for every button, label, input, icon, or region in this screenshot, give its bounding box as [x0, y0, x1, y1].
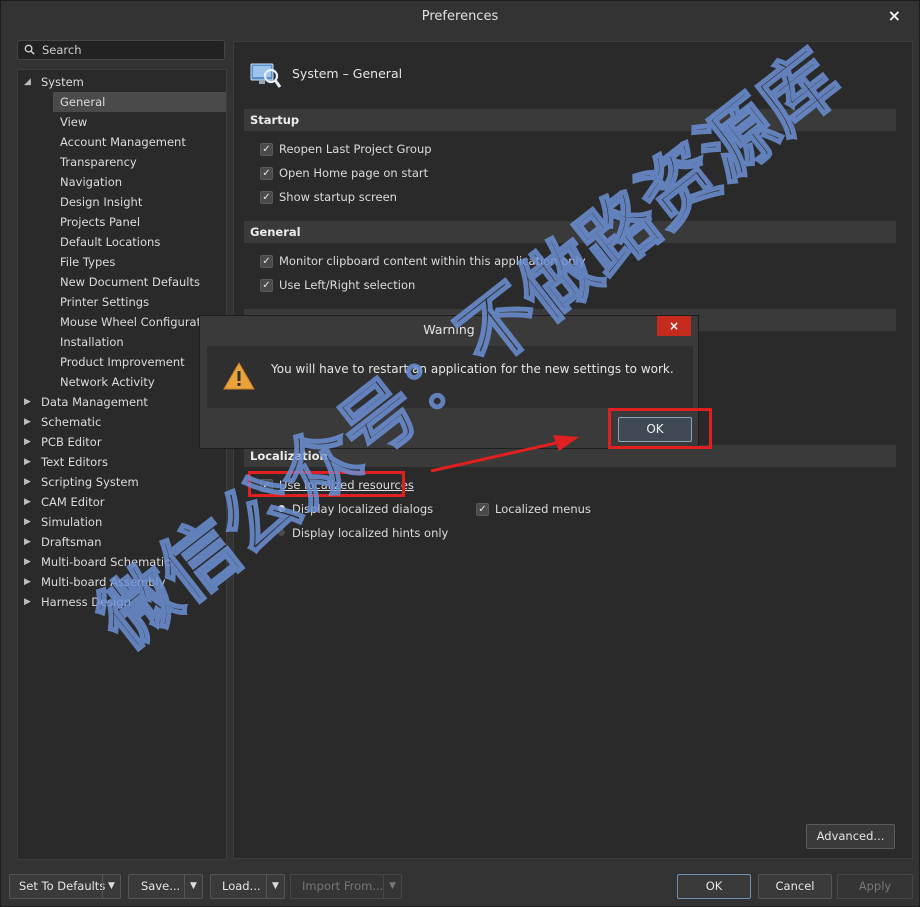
chevron-right-icon[interactable]: ▶ [24, 392, 31, 412]
annotation-highlight-ok [608, 408, 712, 449]
chevron-right-icon[interactable]: ▶ [24, 412, 31, 432]
tree-item-new-document-defaults[interactable]: New Document Defaults [53, 272, 226, 292]
preferences-tree: ◢ System General View Account Management… [17, 69, 227, 860]
annotation-highlight-localized [248, 471, 405, 497]
left-pane: Search ◢ System General View Account Man… [9, 37, 231, 860]
search-placeholder: Search [42, 43, 82, 57]
chevron-right-icon[interactable]: ▶ [24, 572, 31, 592]
tree-node-multi-board-schematic[interactable]: ▶ Multi-board Schematic [18, 552, 226, 572]
check-icon[interactable]: ✓ [260, 255, 273, 268]
chevron-down-icon[interactable]: ◢ [24, 72, 31, 92]
window-title: Preferences [421, 9, 499, 24]
page-title: System – General [292, 66, 403, 81]
save-button[interactable]: Save... ▼ [128, 874, 203, 899]
close-icon[interactable]: × [657, 316, 691, 336]
chevron-right-icon[interactable]: ▶ [24, 512, 31, 532]
tree-node-pcb-editor[interactable]: ▶ PCB Editor [18, 432, 226, 452]
tree-node-text-editors[interactable]: ▶ Text Editors [18, 452, 226, 472]
chevron-right-icon[interactable]: ▶ [24, 452, 31, 472]
chevron-right-icon[interactable]: ▶ [24, 492, 31, 512]
chevron-down-icon[interactable]: ▼ [266, 875, 284, 898]
radio-unselected-icon[interactable] [278, 529, 285, 536]
cancel-button[interactable]: Cancel [758, 874, 832, 899]
tree-item-default-locations[interactable]: Default Locations [53, 232, 226, 252]
tree-node-multi-board-assembly[interactable]: ▶ Multi-board Assembly [18, 572, 226, 592]
chevron-right-icon[interactable]: ▶ [24, 472, 31, 492]
tree-item-file-types[interactable]: File Types [53, 252, 226, 272]
preferences-window: Preferences × Search ◢ System General Vi… [0, 0, 920, 907]
tree-node-scripting-system[interactable]: ▶ Scripting System [18, 472, 226, 492]
dialog-body: You will have to restart an application … [207, 346, 693, 408]
system-settings-icon [250, 63, 282, 88]
section-general: General [244, 221, 896, 243]
check-icon[interactable]: ✓ [260, 279, 273, 292]
footer-bar: Set To Defaults ▼ Save... ▼ Load... ▼ Impor… [1, 867, 919, 907]
load-button[interactable]: Load... ▼ [210, 874, 285, 899]
chevron-down-icon[interactable]: ▼ [184, 875, 202, 898]
chevron-right-icon[interactable]: ▶ [24, 432, 31, 452]
dialog-title: Warning [423, 322, 475, 337]
tree-node-schematic[interactable]: ▶ Schematic [18, 412, 226, 432]
chevron-right-icon[interactable]: ▶ [24, 552, 31, 572]
tree-item-design-insight[interactable]: Design Insight [53, 192, 226, 212]
chevron-right-icon[interactable]: ▶ [24, 592, 31, 612]
ok-button[interactable]: OK [677, 874, 751, 899]
advanced-button[interactable]: Advanced... [806, 824, 895, 849]
tree-item-navigation[interactable]: Navigation [53, 172, 226, 192]
check-icon[interactable]: ✓ [260, 167, 273, 180]
check-icon[interactable]: ✓ [260, 191, 273, 204]
radio-selected-icon[interactable] [278, 505, 285, 512]
search-icon [24, 44, 35, 55]
import-from-button[interactable]: Import From... ▼ [290, 874, 402, 899]
tree-node-simulation[interactable]: ▶ Simulation [18, 512, 226, 532]
chevron-down-icon[interactable]: ▼ [102, 875, 120, 898]
tree-node-data-management[interactable]: ▶ Data Management [18, 392, 226, 412]
close-icon[interactable]: × [888, 6, 901, 25]
tree-item-projects-panel[interactable]: Projects Panel [53, 212, 226, 232]
dialog-message: You will have to restart an application … [271, 362, 674, 376]
tree-node-harness-design[interactable]: ▶ Harness Design [18, 592, 226, 612]
tree-node-cam-editor[interactable]: ▶ CAM Editor [18, 492, 226, 512]
title-bar: Preferences × [1, 1, 919, 33]
tree-item-view[interactable]: View [53, 112, 226, 132]
chevron-down-icon[interactable]: ▼ [383, 875, 401, 898]
search-input[interactable]: Search [17, 40, 225, 60]
tree-item-general[interactable]: General [53, 92, 226, 112]
section-startup: Startup [244, 109, 896, 131]
tree-item-account-management[interactable]: Account Management [53, 132, 226, 152]
settings-panel: System – General Startup ✓ Reopen Last Pr… [233, 41, 913, 859]
tree-node-system[interactable]: ◢ System [18, 72, 226, 92]
apply-button[interactable]: Apply [837, 874, 913, 899]
check-icon[interactable]: ✓ [476, 503, 489, 516]
tree-item-printer-settings[interactable]: Printer Settings [53, 292, 226, 312]
tree-item-transparency[interactable]: Transparency [53, 152, 226, 172]
check-icon[interactable]: ✓ [260, 143, 273, 156]
chevron-right-icon[interactable]: ▶ [24, 532, 31, 552]
set-to-defaults-button[interactable]: Set To Defaults ▼ [9, 874, 121, 899]
warning-icon [223, 362, 255, 390]
tree-node-draftsman[interactable]: ▶ Draftsman [18, 532, 226, 552]
